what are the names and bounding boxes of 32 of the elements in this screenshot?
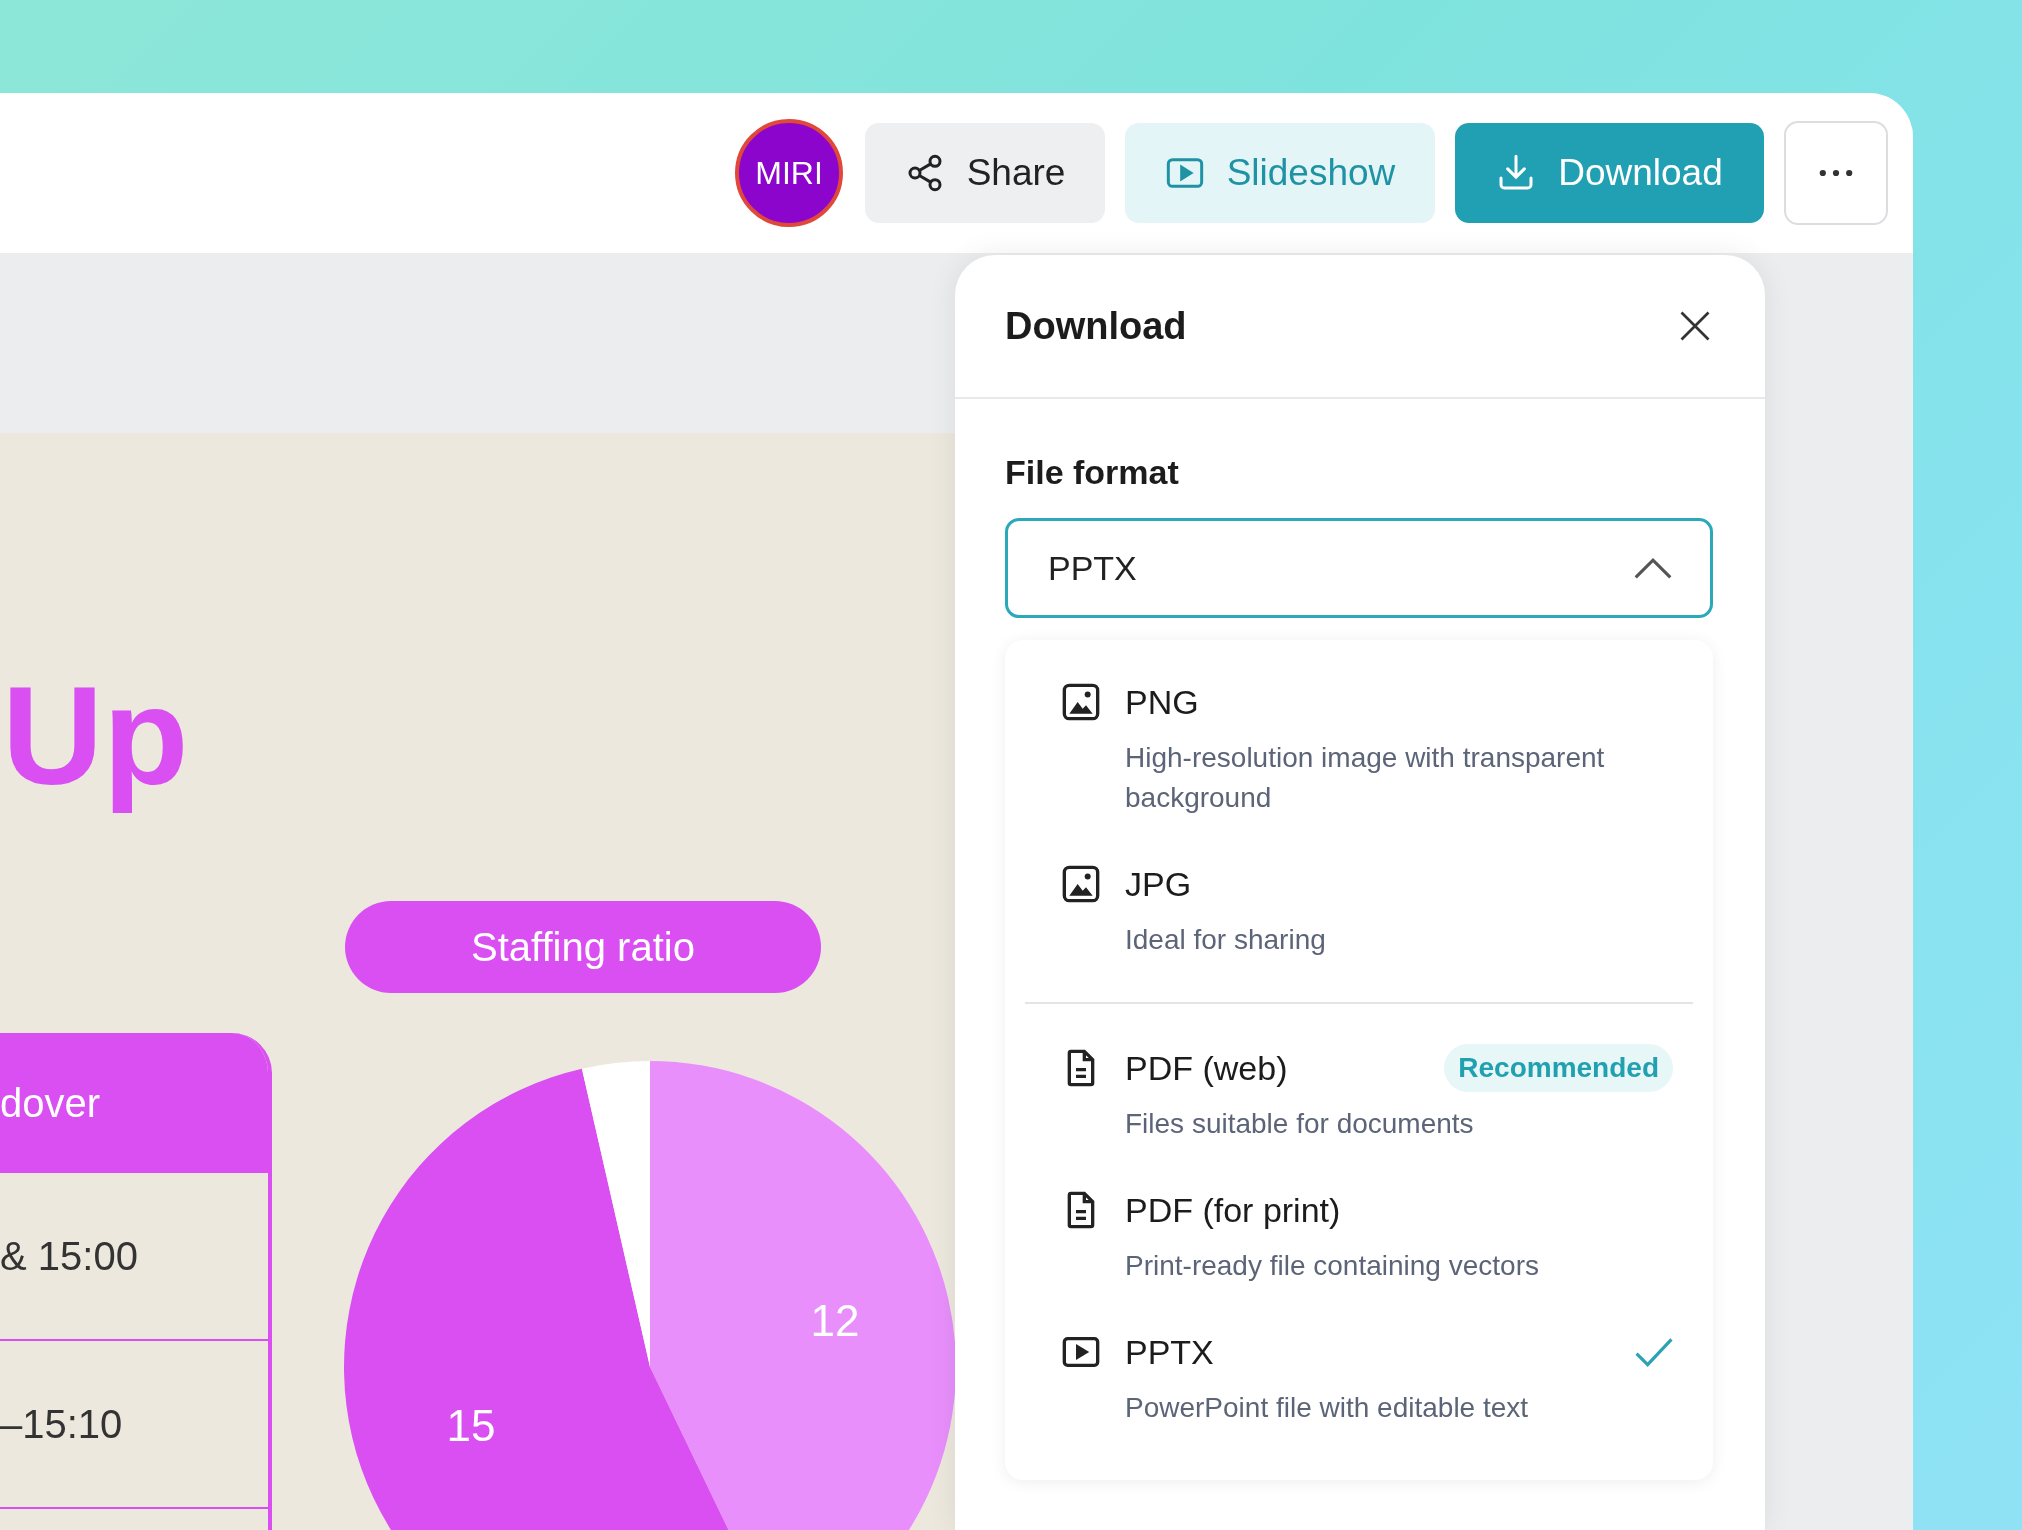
table-cell: & 15:00 xyxy=(0,1173,268,1341)
option-title: PDF (for print) xyxy=(1125,1190,1342,1230)
option-title: JPG xyxy=(1125,864,1193,904)
share-button[interactable]: Share xyxy=(865,123,1105,223)
format-option[interactable]: JPG Ideal for sharing xyxy=(1025,840,1693,982)
format-option[interactable]: PDF (for print) Print-ready file containing vectors xyxy=(1025,1166,1693,1308)
format-option[interactable]: PPTX PowerPoint file with editable text xyxy=(1025,1308,1693,1450)
table-cell: –15:10 xyxy=(0,1341,268,1509)
caret-icon xyxy=(1634,557,1672,579)
slice-label: 12 xyxy=(810,1296,860,1346)
format-option[interactable]: PDF (web) Recommended Files suitable for documents xyxy=(1025,1024,1693,1166)
chart-title-pill: Staffing ratio xyxy=(345,901,821,993)
more-icon xyxy=(1818,168,1854,178)
option-title: PNG xyxy=(1125,682,1200,722)
option-description: Ideal for sharing xyxy=(1125,923,1327,957)
option-title: PDF (web) xyxy=(1125,1048,1289,1088)
image-icon xyxy=(1061,682,1101,722)
field-label: File format xyxy=(1005,453,1180,492)
option-description: High-resolution image with transparent background xyxy=(1125,741,1606,815)
image-icon xyxy=(1061,864,1101,904)
avatar[interactable]: MIRI xyxy=(735,119,843,227)
option-description: Print-ready file containing vectors xyxy=(1125,1249,1540,1283)
panel-title: Download xyxy=(1005,304,1187,348)
option-title: PPTX xyxy=(1125,1332,1215,1372)
option-description: PowerPoint file with editable text xyxy=(1125,1391,1530,1425)
file-format-dropdown[interactable]: PPTX xyxy=(1005,518,1713,618)
recommended-badge: Recommended xyxy=(1444,1044,1673,1092)
slide-title: Up xyxy=(2,656,189,816)
option-description: Files suitable for documents xyxy=(1125,1107,1475,1141)
table-header: dover xyxy=(0,1033,268,1173)
slice-label: 15 xyxy=(446,1401,496,1451)
format-option[interactable]: PNG High-resolution image with transparent background xyxy=(1025,658,1693,840)
